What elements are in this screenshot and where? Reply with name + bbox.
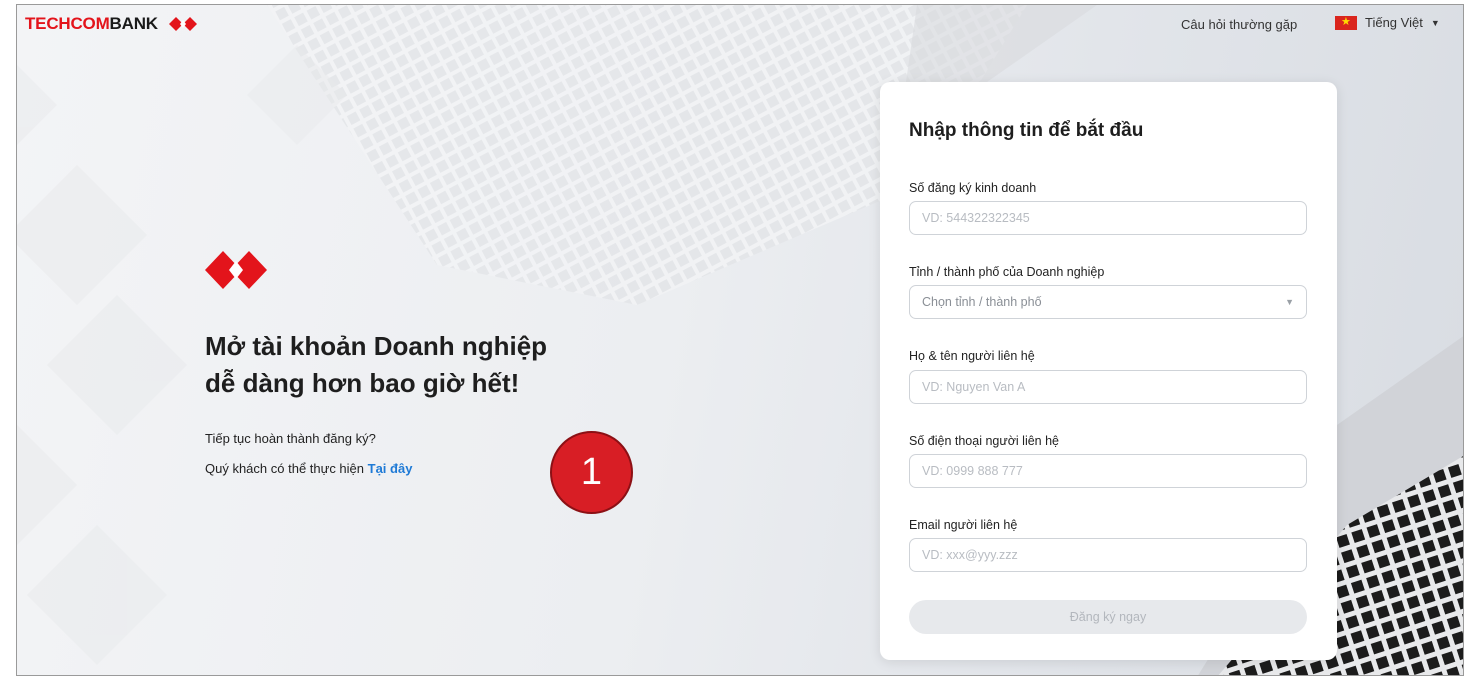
continue-here-link[interactable]: Tại đây bbox=[368, 461, 413, 476]
province-placeholder: Chọn tỉnh / thành phố bbox=[922, 295, 1042, 309]
hero-diamond-logo-icon bbox=[205, 251, 267, 289]
registration-form-card: Nhập thông tin để bắt đầu Số đăng ký kin… bbox=[880, 82, 1337, 660]
contact-email-label: Email người liên hệ bbox=[909, 518, 1018, 532]
contact-phone-input[interactable] bbox=[909, 454, 1307, 488]
register-now-button[interactable]: Đăng ký ngay bbox=[909, 600, 1307, 634]
caret-down-icon: ▼ bbox=[1430, 17, 1440, 28]
logo-wordmark-red: TECHCOM bbox=[25, 14, 110, 33]
vietnam-flag-icon bbox=[1335, 15, 1357, 30]
province-label: Tỉnh / thành phố của Doanh nghiệp bbox=[909, 265, 1105, 279]
continue-question: Tiếp tục hoàn thành đăng ký? bbox=[205, 431, 376, 446]
contact-email-input[interactable] bbox=[909, 538, 1307, 572]
faq-link[interactable]: Câu hỏi thường gặp bbox=[1181, 17, 1297, 32]
language-selector[interactable]: Tiếng Việt ▼ bbox=[1335, 15, 1440, 30]
language-label: Tiếng Việt bbox=[1365, 15, 1423, 30]
chevron-down-icon: ▼ bbox=[1285, 297, 1294, 307]
form-title: Nhập thông tin để bắt đầu bbox=[909, 120, 1144, 141]
province-select[interactable]: Chọn tỉnh / thành phố ▼ bbox=[909, 285, 1307, 319]
business-reg-label: Số đăng ký kinh doanh bbox=[909, 181, 1037, 195]
logo-wordmark: TECHCOMBANK bbox=[25, 14, 158, 34]
logo-wordmark-dark: BANK bbox=[109, 14, 159, 33]
hero-title: Mở tài khoản Doanh nghiệp dễ dàng hơn ba… bbox=[205, 328, 725, 402]
continue-line: Quý khách có thể thực hiện Tại đây bbox=[205, 461, 412, 476]
techcombank-diamond-logo-icon bbox=[168, 17, 197, 31]
browser-viewport: TECHCOMBANK Câu hỏi thường gặp Tiếng Việ… bbox=[16, 4, 1464, 676]
continue-prefix: Quý khách có thể thực hiện bbox=[205, 461, 365, 476]
techcombank-logo[interactable]: TECHCOMBANK bbox=[25, 13, 200, 35]
contact-name-label: Họ & tên người liên hệ bbox=[909, 349, 1035, 363]
top-navigation-bar: TECHCOMBANK Câu hỏi thường gặp Tiếng Việ… bbox=[17, 5, 1463, 45]
business-reg-input[interactable] bbox=[909, 201, 1307, 235]
hero-title-line-1: Mở tài khoản Doanh nghiệp bbox=[205, 331, 548, 361]
contact-name-input[interactable] bbox=[909, 370, 1307, 404]
contact-phone-label: Số điện thoại người liên hệ bbox=[909, 434, 1059, 448]
hero-title-line-2: dễ dàng hơn bao giờ hết! bbox=[205, 368, 520, 398]
step-number-badge: 1 bbox=[550, 431, 633, 514]
